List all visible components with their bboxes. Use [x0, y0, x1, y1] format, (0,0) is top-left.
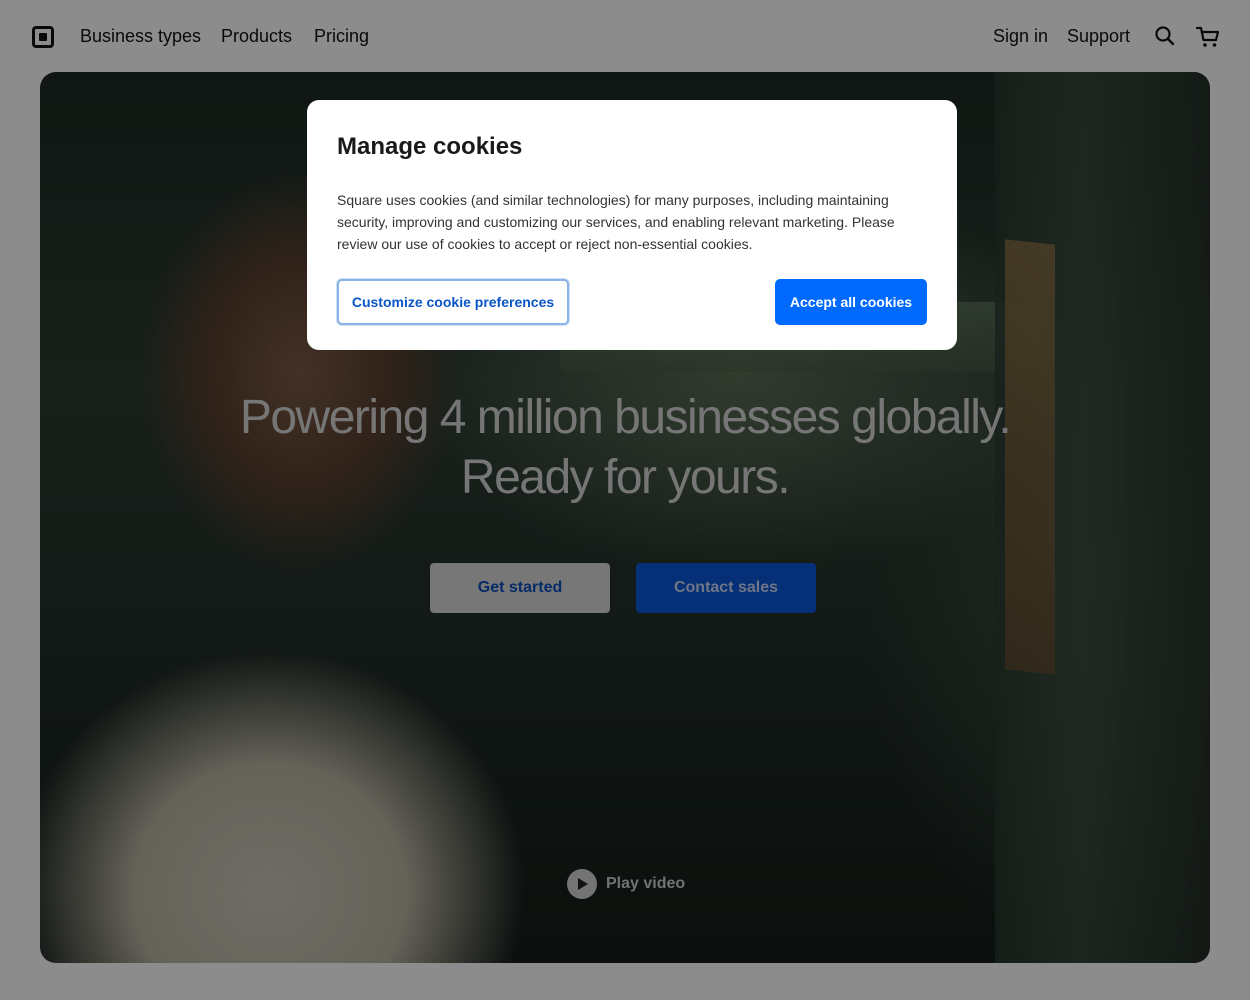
- accept-all-cookies-button[interactable]: Accept all cookies: [775, 279, 927, 325]
- cookie-modal-body: Square uses cookies (and similar technol…: [337, 192, 895, 252]
- customize-cookie-preferences-button[interactable]: Customize cookie preferences: [337, 279, 569, 325]
- cookie-modal-title: Manage cookies: [337, 133, 523, 160]
- cookie-modal: Manage cookies Square uses cookies (and …: [307, 100, 957, 350]
